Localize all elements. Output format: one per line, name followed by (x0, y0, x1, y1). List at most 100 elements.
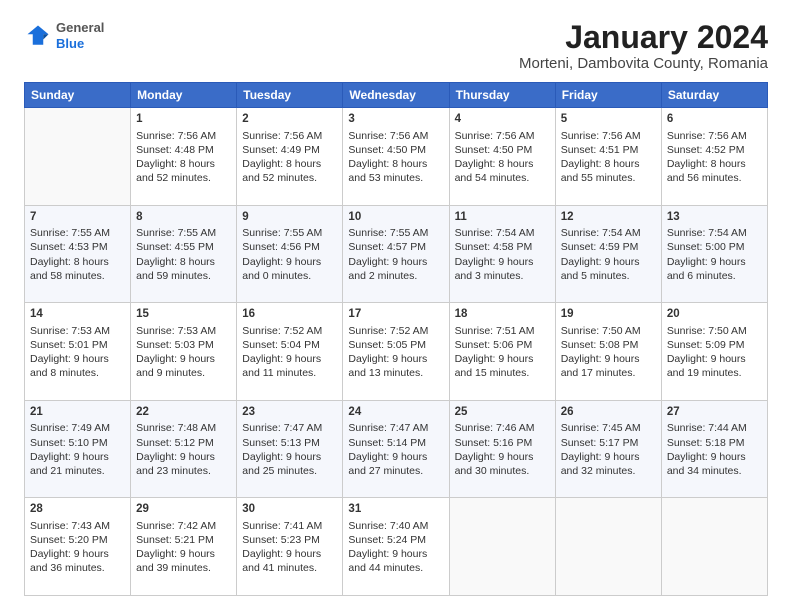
daylight-text: Daylight: 9 hours and 32 minutes. (561, 450, 656, 478)
daylight-text: Daylight: 9 hours and 30 minutes. (455, 450, 550, 478)
sunset-text: Sunset: 5:24 PM (348, 533, 443, 547)
daylight-text: Daylight: 8 hours and 55 minutes. (561, 157, 656, 185)
calendar-cell: 17Sunrise: 7:52 AMSunset: 5:05 PMDayligh… (343, 303, 449, 401)
day-number: 25 (455, 405, 550, 421)
sunset-text: Sunset: 5:23 PM (242, 533, 337, 547)
calendar-cell: 24Sunrise: 7:47 AMSunset: 5:14 PMDayligh… (343, 400, 449, 498)
sunrise-text: Sunrise: 7:52 AM (242, 324, 337, 338)
daylight-text: Daylight: 8 hours and 54 minutes. (455, 157, 550, 185)
week-row-2: 7Sunrise: 7:55 AMSunset: 4:53 PMDaylight… (25, 205, 768, 303)
sunrise-text: Sunrise: 7:51 AM (455, 324, 550, 338)
sunset-text: Sunset: 4:50 PM (455, 143, 550, 157)
daylight-text: Daylight: 9 hours and 13 minutes. (348, 352, 443, 380)
daylight-text: Daylight: 9 hours and 23 minutes. (136, 450, 231, 478)
week-row-5: 28Sunrise: 7:43 AMSunset: 5:20 PMDayligh… (25, 498, 768, 596)
calendar-cell: 21Sunrise: 7:49 AMSunset: 5:10 PMDayligh… (25, 400, 131, 498)
sunset-text: Sunset: 4:52 PM (667, 143, 762, 157)
sunrise-text: Sunrise: 7:55 AM (30, 226, 125, 240)
calendar-cell: 19Sunrise: 7:50 AMSunset: 5:08 PMDayligh… (555, 303, 661, 401)
day-number: 24 (348, 405, 443, 421)
sunset-text: Sunset: 4:59 PM (561, 240, 656, 254)
day-number: 13 (667, 210, 762, 226)
sunset-text: Sunset: 4:48 PM (136, 143, 231, 157)
day-number: 28 (30, 502, 125, 518)
daylight-text: Daylight: 9 hours and 2 minutes. (348, 255, 443, 283)
sunset-text: Sunset: 4:51 PM (561, 143, 656, 157)
day-number: 30 (242, 502, 337, 518)
calendar-cell: 12Sunrise: 7:54 AMSunset: 4:59 PMDayligh… (555, 205, 661, 303)
sunset-text: Sunset: 5:10 PM (30, 436, 125, 450)
calendar-cell: 27Sunrise: 7:44 AMSunset: 5:18 PMDayligh… (661, 400, 767, 498)
sunrise-text: Sunrise: 7:50 AM (667, 324, 762, 338)
daylight-text: Daylight: 9 hours and 6 minutes. (667, 255, 762, 283)
calendar-cell: 6Sunrise: 7:56 AMSunset: 4:52 PMDaylight… (661, 108, 767, 206)
sunset-text: Sunset: 4:53 PM (30, 240, 125, 254)
week-row-4: 21Sunrise: 7:49 AMSunset: 5:10 PMDayligh… (25, 400, 768, 498)
daylight-text: Daylight: 9 hours and 44 minutes. (348, 547, 443, 575)
daylight-text: Daylight: 9 hours and 21 minutes. (30, 450, 125, 478)
day-number: 16 (242, 307, 337, 323)
weekday-header-monday: Monday (131, 83, 237, 108)
location: Morteni, Dambovita County, Romania (519, 55, 768, 72)
sunset-text: Sunset: 4:49 PM (242, 143, 337, 157)
logo-general: General (56, 20, 104, 36)
sunset-text: Sunset: 5:21 PM (136, 533, 231, 547)
calendar-table: SundayMondayTuesdayWednesdayThursdayFrid… (24, 82, 768, 596)
calendar-cell (555, 498, 661, 596)
calendar-cell: 2Sunrise: 7:56 AMSunset: 4:49 PMDaylight… (237, 108, 343, 206)
daylight-text: Daylight: 9 hours and 5 minutes. (561, 255, 656, 283)
day-number: 4 (455, 112, 550, 128)
calendar-cell: 31Sunrise: 7:40 AMSunset: 5:24 PMDayligh… (343, 498, 449, 596)
day-number: 7 (30, 210, 125, 226)
sunset-text: Sunset: 4:58 PM (455, 240, 550, 254)
sunrise-text: Sunrise: 7:52 AM (348, 324, 443, 338)
sunrise-text: Sunrise: 7:47 AM (348, 421, 443, 435)
month-title: January 2024 (519, 20, 768, 55)
calendar-cell: 26Sunrise: 7:45 AMSunset: 5:17 PMDayligh… (555, 400, 661, 498)
sunrise-text: Sunrise: 7:56 AM (455, 129, 550, 143)
title-area: January 2024 Morteni, Dambovita County, … (519, 20, 768, 72)
weekday-header-wednesday: Wednesday (343, 83, 449, 108)
sunrise-text: Sunrise: 7:47 AM (242, 421, 337, 435)
sunset-text: Sunset: 5:05 PM (348, 338, 443, 352)
day-number: 18 (455, 307, 550, 323)
day-number: 3 (348, 112, 443, 128)
calendar-cell: 20Sunrise: 7:50 AMSunset: 5:09 PMDayligh… (661, 303, 767, 401)
daylight-text: Daylight: 8 hours and 52 minutes. (136, 157, 231, 185)
sunset-text: Sunset: 5:12 PM (136, 436, 231, 450)
calendar-cell (25, 108, 131, 206)
sunrise-text: Sunrise: 7:55 AM (348, 226, 443, 240)
sunset-text: Sunset: 5:16 PM (455, 436, 550, 450)
calendar-cell: 16Sunrise: 7:52 AMSunset: 5:04 PMDayligh… (237, 303, 343, 401)
sunrise-text: Sunrise: 7:54 AM (561, 226, 656, 240)
sunrise-text: Sunrise: 7:56 AM (242, 129, 337, 143)
sunrise-text: Sunrise: 7:49 AM (30, 421, 125, 435)
day-number: 26 (561, 405, 656, 421)
sunrise-text: Sunrise: 7:54 AM (667, 226, 762, 240)
daylight-text: Daylight: 9 hours and 3 minutes. (455, 255, 550, 283)
daylight-text: Daylight: 8 hours and 53 minutes. (348, 157, 443, 185)
daylight-text: Daylight: 8 hours and 52 minutes. (242, 157, 337, 185)
day-number: 15 (136, 307, 231, 323)
calendar-cell: 10Sunrise: 7:55 AMSunset: 4:57 PMDayligh… (343, 205, 449, 303)
calendar-cell: 3Sunrise: 7:56 AMSunset: 4:50 PMDaylight… (343, 108, 449, 206)
calendar-cell: 8Sunrise: 7:55 AMSunset: 4:55 PMDaylight… (131, 205, 237, 303)
header: General Blue January 2024 Morteni, Dambo… (24, 20, 768, 72)
week-row-1: 1Sunrise: 7:56 AMSunset: 4:48 PMDaylight… (25, 108, 768, 206)
daylight-text: Daylight: 9 hours and 34 minutes. (667, 450, 762, 478)
sunset-text: Sunset: 5:03 PM (136, 338, 231, 352)
calendar-cell: 11Sunrise: 7:54 AMSunset: 4:58 PMDayligh… (449, 205, 555, 303)
weekday-header-thursday: Thursday (449, 83, 555, 108)
sunrise-text: Sunrise: 7:56 AM (667, 129, 762, 143)
sunset-text: Sunset: 5:01 PM (30, 338, 125, 352)
daylight-text: Daylight: 9 hours and 39 minutes. (136, 547, 231, 575)
daylight-text: Daylight: 9 hours and 25 minutes. (242, 450, 337, 478)
sunrise-text: Sunrise: 7:55 AM (242, 226, 337, 240)
day-number: 5 (561, 112, 656, 128)
sunset-text: Sunset: 5:00 PM (667, 240, 762, 254)
sunset-text: Sunset: 5:20 PM (30, 533, 125, 547)
daylight-text: Daylight: 9 hours and 8 minutes. (30, 352, 125, 380)
daylight-text: Daylight: 9 hours and 19 minutes. (667, 352, 762, 380)
calendar-cell (661, 498, 767, 596)
sunset-text: Sunset: 5:13 PM (242, 436, 337, 450)
